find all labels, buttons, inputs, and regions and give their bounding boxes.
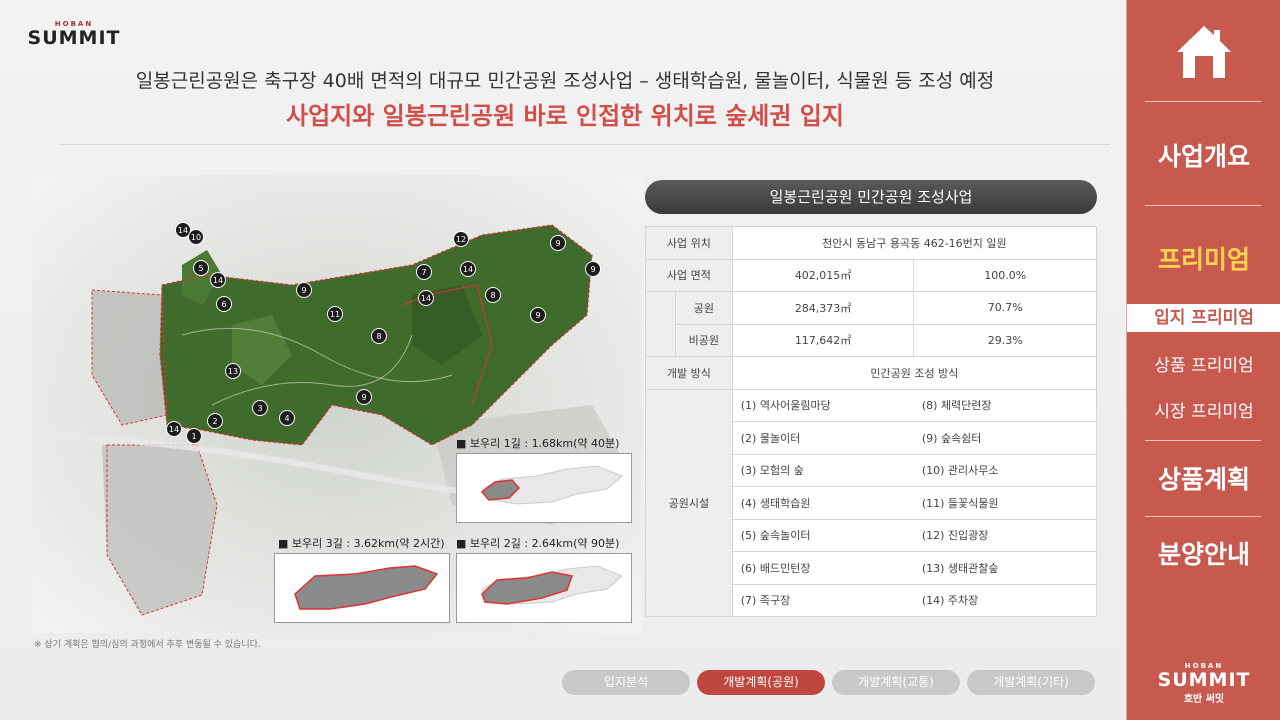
map-marker: 13 (225, 363, 241, 379)
trail-1-inset (456, 453, 632, 523)
area-pct: 100.0% (913, 258, 1097, 292)
nonpark-value: 117,642㎡ (731, 323, 915, 357)
sidebar-item-premium[interactable]: 프리미엄 (1127, 240, 1280, 276)
trail-2-inset (456, 553, 632, 623)
map-marker: 5 (193, 260, 209, 276)
sidebar-divider (1145, 516, 1261, 517)
map-marker: 1 (186, 428, 202, 444)
sidebar-item-sales-info[interactable]: 분양안내 (1127, 535, 1280, 571)
map-marker: 6 (216, 296, 232, 312)
trail-1-label: ■ 보우리 1길 : 1.68km(약 40분) (456, 437, 620, 450)
map-marker: 7 (416, 264, 432, 280)
facilities-label: 공원시설 (645, 388, 733, 617)
map-marker: 9 (296, 282, 312, 298)
page-title: 사업지와 일봉근린공원 바로 인접한 위치로 숲세권 입지 (286, 102, 844, 130)
area-label: 사업 면적 (645, 258, 733, 292)
sidebar-item-product-plan[interactable]: 상품계획 (1127, 460, 1280, 496)
park-value: 284,373㎡ (731, 291, 915, 325)
table-row: 공원 284,373㎡ 70.7% (645, 291, 1097, 357)
facility-item: (8) 체력단련장 (913, 388, 1097, 422)
tab-dev-plan-other[interactable]: 개발계획(기타) (967, 670, 1095, 695)
nonpark-pct: 29.3% (913, 323, 1097, 357)
sidebar-logo-sub: 호반 써밋 (1183, 694, 1225, 705)
map-marker: 8 (371, 328, 387, 344)
map-marker: 3 (252, 400, 268, 416)
facility-item: (10) 관리사무소 (913, 453, 1097, 487)
facility-item: (13) 생태관찰숲 (913, 551, 1097, 585)
method-label: 개발 방식 (645, 356, 733, 390)
map-marker: 9 (356, 389, 372, 405)
sidebar-logo-big: SUMMIT (1157, 669, 1251, 691)
home-icon[interactable] (1173, 22, 1235, 82)
location-value: 천안시 동남구 용곡동 462-16번지 일원 (731, 226, 1098, 260)
sidebar-logo: HOBAN SUMMIT 호반 써밋 (1127, 662, 1280, 705)
map-marker: 14 (418, 290, 434, 306)
logo-big-text: SUMMIT (27, 27, 121, 49)
park-label: 공원 (674, 291, 733, 325)
sidebar-divider (1145, 440, 1261, 441)
location-label: 사업 위치 (645, 226, 733, 260)
facility-item: (5) 숲속놀이터 (732, 518, 914, 552)
method-value: 민간공원 조성 방식 (731, 356, 1098, 390)
park-pct: 70.7% (913, 291, 1097, 325)
trail-2-label: ■ 보우리 2길 : 2.64km(약 90분) (456, 537, 620, 550)
facility-item: (14) 주차장 (913, 583, 1097, 617)
map-marker: 10 (188, 229, 204, 245)
header-divider (60, 144, 1110, 145)
table-row: 비공원 117,642㎡ 29.3% (646, 323, 1097, 357)
map-marker: 14 (460, 261, 476, 277)
footnote: ※ 상기 계획은 협의/심의 과정에서 추후 변동될 수 있습니다. (34, 640, 261, 650)
facility-item: (7) 족구장 (732, 583, 914, 617)
map-marker: 9 (585, 261, 601, 277)
map-marker: 9 (550, 235, 566, 251)
map-marker: 2 (207, 413, 223, 429)
sidebar-nav: 사업개요 프리미엄 입지 프리미엄 상품 프리미엄 시장 프리미엄 상품계획 분… (1126, 0, 1280, 720)
facility-item: (1) 역사어울림마당 (732, 388, 914, 422)
map-marker: 4 (279, 410, 295, 426)
sidebar-divider (1145, 101, 1261, 102)
trail-3-inset (274, 553, 450, 623)
page-subtitle: 일봉근린공원은 축구장 40배 면적의 대규모 민간공원 조성사업 – 생태학습… (135, 70, 995, 92)
sidebar-item-location-premium[interactable]: 입지 프리미엄 (1127, 304, 1280, 332)
sidebar-item-product-premium[interactable]: 상품 프리미엄 (1127, 351, 1280, 376)
sidebar-item-market-premium[interactable]: 시장 프리미엄 (1127, 397, 1280, 422)
nonpark-label: 비공원 (674, 323, 733, 357)
area-value: 402,015㎡ (731, 258, 915, 292)
park-map: 14 10 5 14 6 9 11 13 8 7 14 12 9 9 8 9 1… (32, 175, 642, 633)
project-spec-table: 사업 위치 천안시 동남구 용곡동 462-16번지 일원 사업 면적 402,… (645, 226, 1098, 617)
table-row: 공원시설 (1) 역사어울림마당 (8) 체력단련장 (645, 388, 1097, 617)
map-marker: 14 (166, 421, 182, 437)
table-row: 개발 방식 민간공원 조성 방식 (645, 356, 1098, 390)
trail-3-label: ■ 보우리 3길 : 3.62km(약 2시간) (278, 537, 445, 550)
facility-item: (6) 배드민턴장 (732, 551, 914, 585)
facility-item: (9) 숲속쉼터 (913, 421, 1097, 455)
tab-dev-plan-traffic[interactable]: 개발계획(교통) (832, 670, 960, 695)
sidebar-item-overview[interactable]: 사업개요 (1127, 137, 1280, 173)
facility-item: (12) 진입광장 (913, 518, 1097, 552)
table-row: 사업 위치 천안시 동남구 용곡동 462-16번지 일원 (645, 226, 1098, 260)
map-marker: 11 (327, 306, 343, 322)
facility-item: (4) 생태학습원 (732, 486, 914, 520)
map-marker: 14 (210, 272, 226, 288)
sidebar-divider (1145, 205, 1261, 206)
map-marker: 12 (453, 231, 469, 247)
table-title: 일봉근린공원 민간공원 조성사업 (645, 180, 1097, 214)
hoban-summit-logo[interactable]: HOBAN SUMMIT (24, 20, 124, 48)
facility-item: (2) 물놀이터 (732, 421, 914, 455)
map-marker: 9 (530, 307, 546, 323)
tab-location-analysis[interactable]: 입지분석 (562, 670, 690, 695)
facility-item: (3) 모험의 숲 (732, 453, 914, 487)
tab-dev-plan-park[interactable]: 개발계획(공원) (697, 670, 825, 695)
facility-item: (11) 들꽃식물원 (913, 486, 1097, 520)
map-marker: 8 (485, 287, 501, 303)
area-sub-spacer (645, 291, 676, 357)
table-row: 사업 면적 402,015㎡ 100.0% (645, 258, 1097, 292)
